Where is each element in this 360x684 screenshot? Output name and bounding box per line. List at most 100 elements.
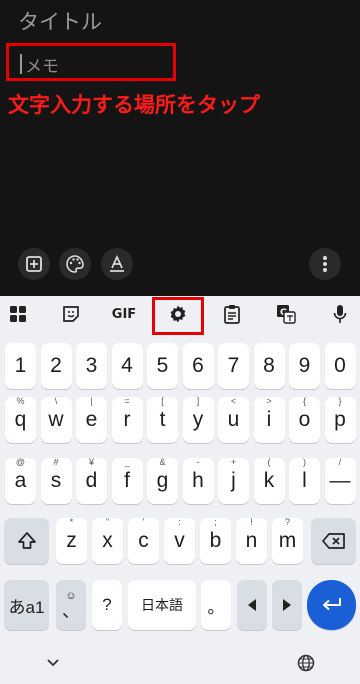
number-key[interactable]: 0 [324,343,356,389]
apps-grid-icon[interactable] [4,302,32,326]
sticker-icon[interactable] [57,302,85,326]
cursor-left-key[interactable] [237,580,267,630]
key-hint: = [124,396,130,406]
number-key[interactable]: 2 [40,343,72,389]
number-key[interactable]: 4 [111,343,143,389]
letter-key[interactable]: ) l [289,457,320,504]
key-label: y [192,408,204,431]
letter-key[interactable]: ? m [272,517,303,564]
globe-icon[interactable] [297,654,317,674]
key-label: j [231,469,236,492]
language-key[interactable]: あa1 [4,580,49,630]
letter-key[interactable]: {o [289,396,320,443]
letter-key[interactable]: _ f [111,457,143,504]
key-hint: + [230,457,237,467]
letter-key[interactable]: " x [92,517,123,564]
key-hint: ? [284,517,290,527]
letter-key[interactable]: = r [111,396,143,443]
gear-highlight-box [152,297,204,335]
backspace-key[interactable] [311,518,356,564]
translate-icon[interactable]: G [272,302,300,326]
key-label: 3 [85,354,98,377]
key-hint: ( [267,457,271,467]
key-label: g [156,469,169,492]
key-hint: & [159,457,166,467]
number-key[interactable]: 3 [76,343,107,389]
key-hint: | [90,396,93,406]
key-label: f [124,469,130,492]
comma-label: 、 [62,601,80,621]
letter-key[interactable]: \ w [40,396,72,443]
key-hint: [ [161,396,164,406]
add-box-icon[interactable] [18,248,50,280]
letter-key[interactable]: [t [147,396,178,443]
key-label: i [266,408,272,431]
letter-key[interactable]: ] y [182,396,214,443]
enter-key[interactable] [307,580,356,630]
key-label: — [329,469,351,492]
number-key[interactable]: 9 [289,343,320,389]
title-field[interactable]: タイトル [18,6,102,36]
clipboard-icon[interactable] [218,302,246,326]
number-key[interactable]: 8 [253,343,285,389]
number-key[interactable]: 7 [218,343,249,389]
key-label: e [85,408,98,431]
key-label: l [302,469,307,492]
key-label: 8 [263,354,275,377]
number-key[interactable]: 5 [147,343,178,389]
key-label: m [278,529,297,552]
key-label: v [174,529,185,552]
key-hint: / [338,457,342,467]
memo-field[interactable]: メモ [25,52,59,77]
letter-key[interactable]: ¥ d [76,457,107,504]
mic-icon[interactable] [326,302,354,326]
letter-key[interactable]: < u [218,396,249,443]
letter-key[interactable]: (k [253,457,285,504]
letter-key[interactable]: ! n [236,517,267,564]
key-label: b [209,529,222,552]
more-vert-icon[interactable] [309,248,341,280]
cursor-right-key[interactable] [272,580,302,630]
chevron-down-icon[interactable] [44,655,62,669]
key-hint: " [105,517,110,527]
memo-highlight-box: メモ [6,43,176,81]
key-label: t [159,408,166,431]
key-label: 4 [121,354,133,377]
key-hint: ¥ [88,457,94,467]
letter-key[interactable]: + j [218,457,249,504]
gif-icon[interactable]: GIF [110,302,138,326]
letter-key[interactable]: @ a [5,457,36,504]
emoji-comma-key[interactable]: ☺ 、 [56,580,86,630]
letter-key[interactable]: -h [182,457,214,504]
letter-key[interactable]: & g [147,457,178,504]
key-label: x [102,529,113,552]
text-format-icon[interactable] [101,248,133,280]
letter-key[interactable]: % q [5,396,36,443]
number-key[interactable]: 6 [182,343,214,389]
key-hint: ' [142,517,145,527]
period-key[interactable]: 。 [201,580,231,630]
key-label: 1 [14,354,27,377]
letter-key[interactable]: ' c [128,517,159,564]
letter-key[interactable]: * z [56,517,87,564]
letter-key[interactable]: | e [76,396,107,443]
letter-key[interactable]: > i [253,396,285,443]
shift-key[interactable] [4,518,49,564]
key-hint: { [302,396,306,406]
key-label: 7 [227,354,240,377]
letter-key[interactable]: # s [40,457,72,504]
letter-key[interactable]: :v [164,517,195,564]
key-hint: ; [214,517,217,527]
letter-key[interactable]: ; b [200,517,231,564]
letter-key[interactable]: / — [324,457,356,504]
key-hint: _ [124,457,130,467]
text-cursor [20,54,22,74]
number-key[interactable]: 1 [5,343,36,389]
key-hint: ) [303,457,306,467]
palette-icon[interactable] [59,248,91,280]
space-key[interactable]: 日本語 [128,580,196,630]
key-label: n [245,529,258,552]
letter-key[interactable]: } p [324,396,356,443]
question-key[interactable]: ? [92,580,122,630]
key-hint: : [178,517,181,527]
